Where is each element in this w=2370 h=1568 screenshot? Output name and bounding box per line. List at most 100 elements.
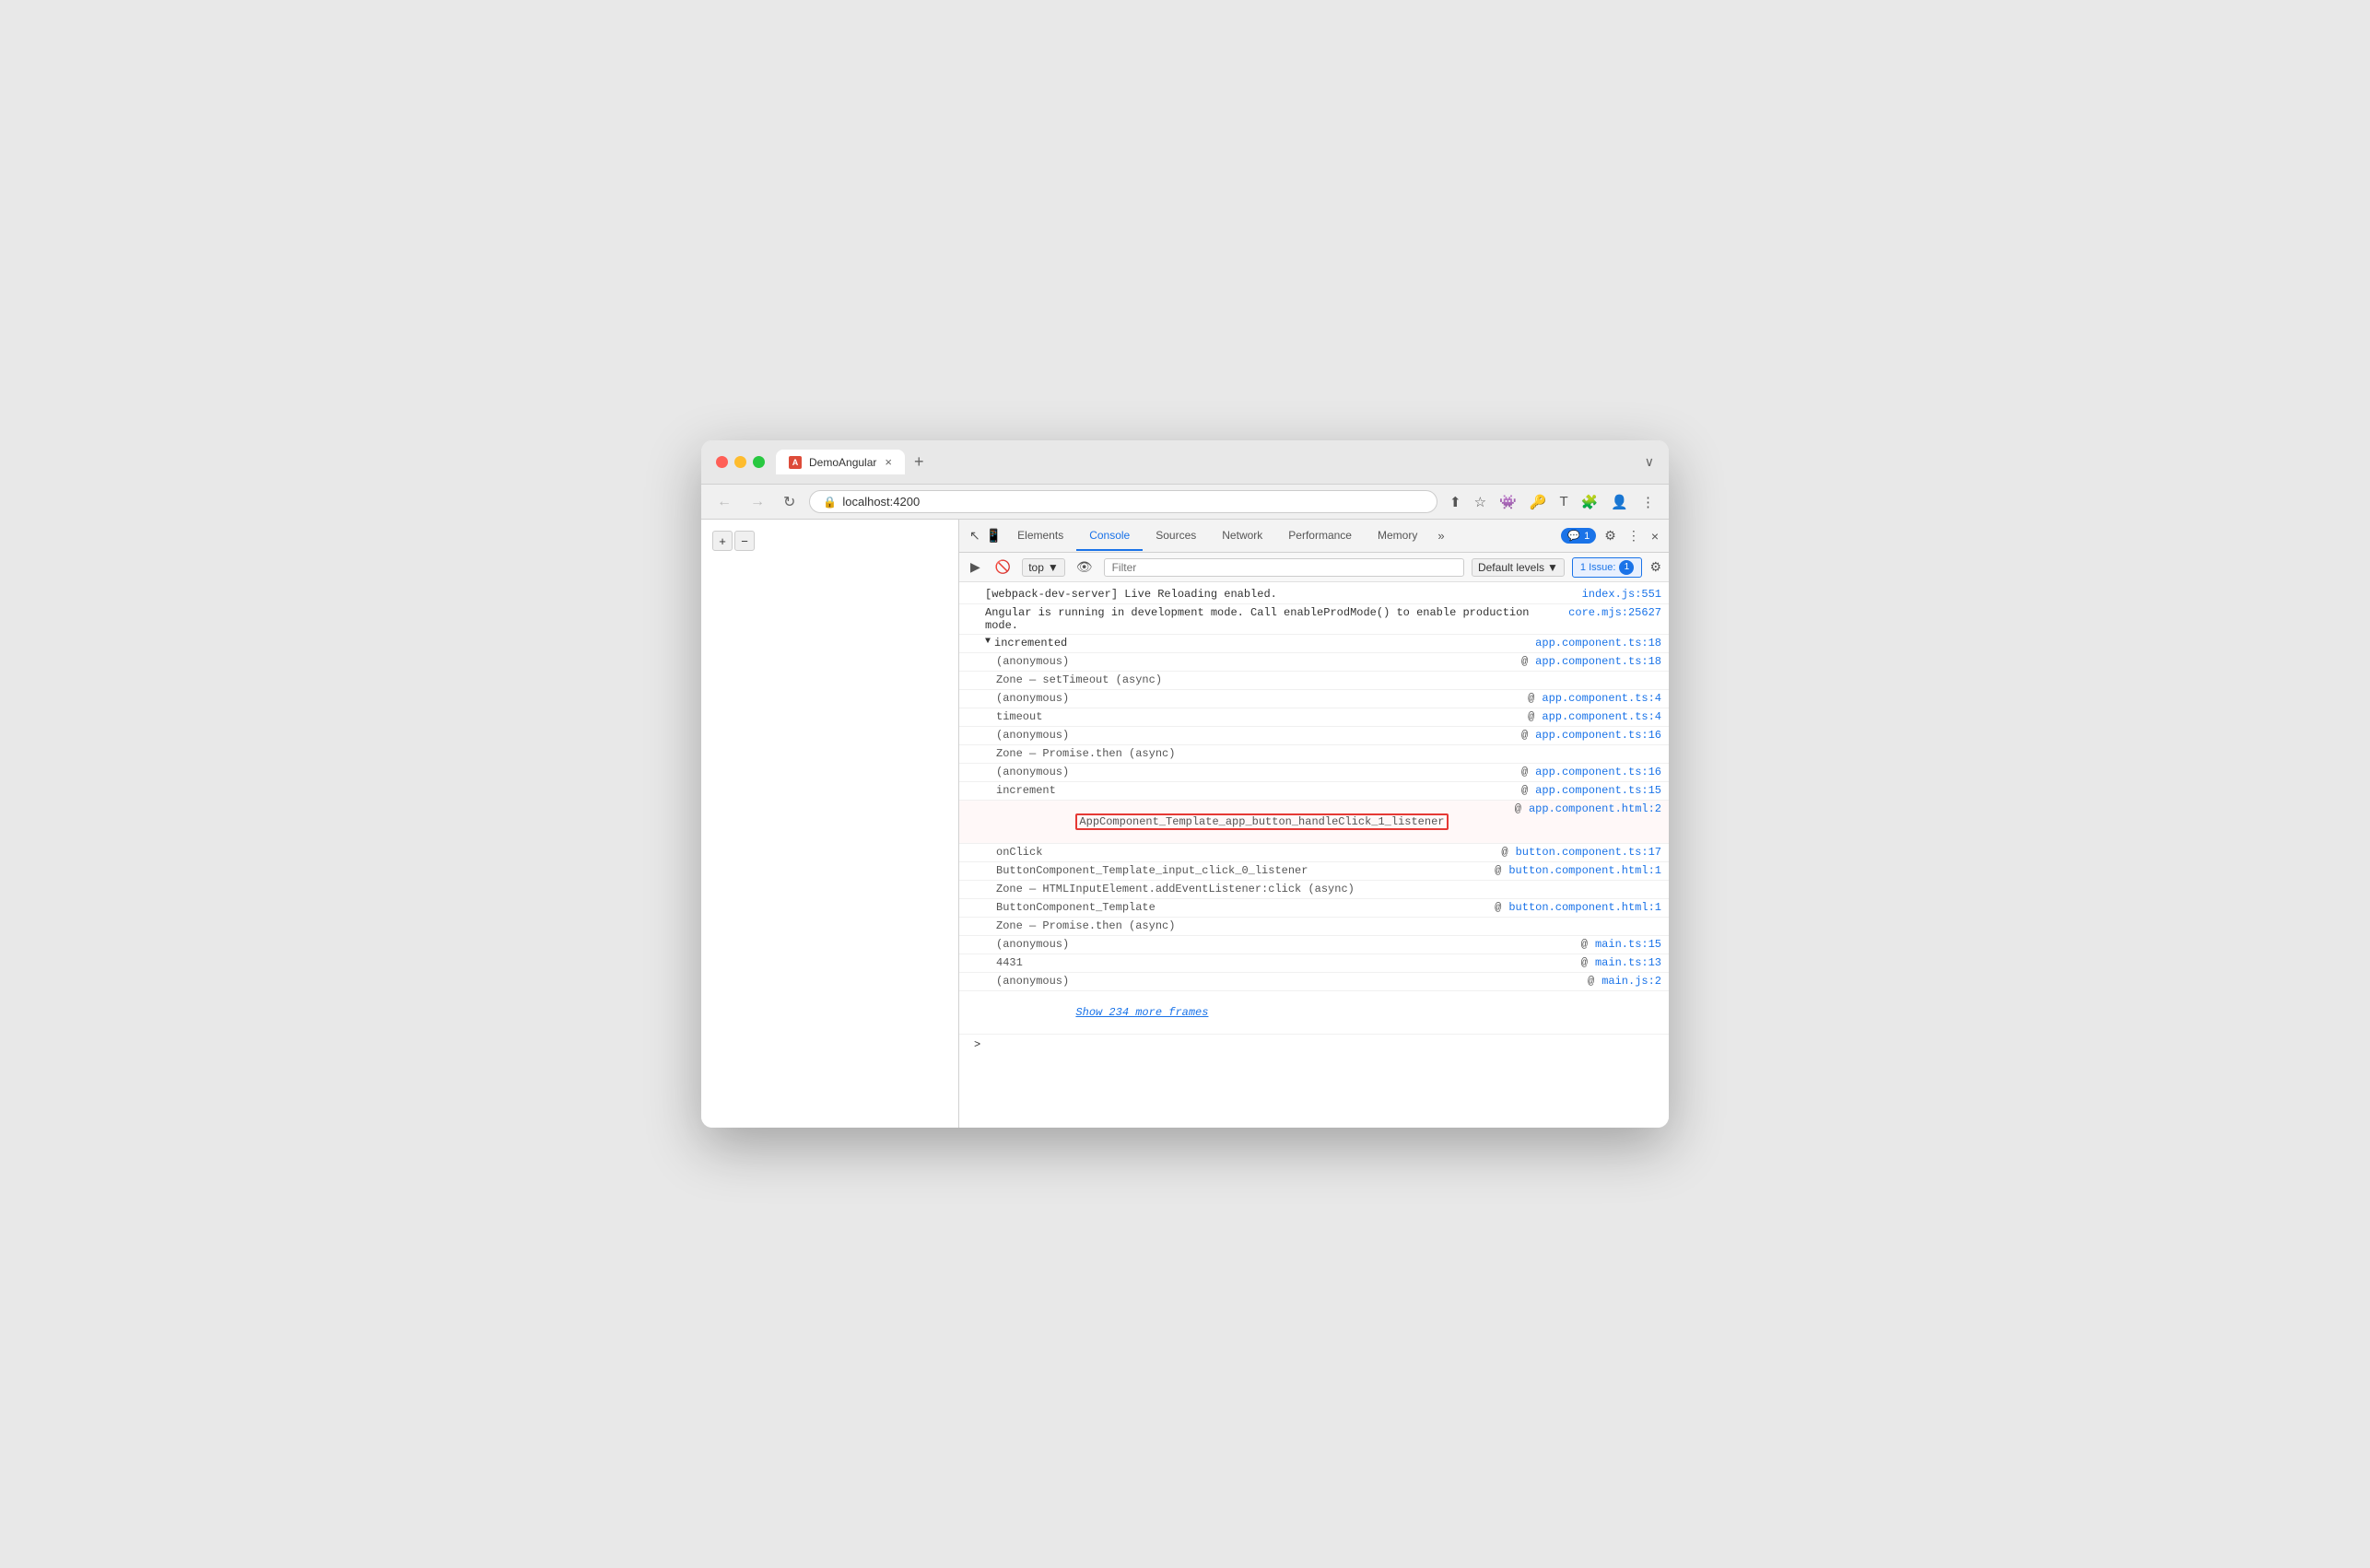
devtools-cursor-icon[interactable]: ↖ <box>967 525 983 546</box>
console-row: increment @ app.component.ts:15 <box>959 782 1669 801</box>
title-bar: A DemoAngular × + ∨ <box>701 440 1669 485</box>
devtools-device-icon[interactable]: 📱 <box>983 525 1004 546</box>
profile-icon[interactable]: 👤 <box>1608 491 1631 513</box>
devtools-actions: 💬 1 ⚙ ⋮ × <box>1561 525 1661 546</box>
maximize-window-button[interactable] <box>753 456 765 468</box>
console-message: (anonymous) <box>985 766 1521 778</box>
tab-performance[interactable]: Performance <box>1275 521 1365 551</box>
more-button[interactable]: ⋮ <box>1638 491 1658 513</box>
frame-selector[interactable]: top ▼ <box>1022 558 1065 577</box>
more-actions-button[interactable]: ⋮ <box>1625 525 1643 546</box>
tab-network[interactable]: Network <box>1209 521 1275 551</box>
translate-icon[interactable]: T <box>1556 491 1570 512</box>
settings-button[interactable]: ⚙ <box>1602 525 1619 546</box>
console-message: [webpack-dev-server] Live Reloading enab… <box>985 588 1575 601</box>
default-levels-label: Default levels <box>1478 561 1544 574</box>
console-message: (anonymous) <box>985 975 1588 988</box>
page-panel: + − <box>701 520 959 1128</box>
console-row: (anonymous) @ app.component.ts:16 <box>959 727 1669 745</box>
devtools-toolbar: ↖ 📱 Elements Console Sources Network <box>959 520 1669 553</box>
console-link[interactable]: core.mjs:25627 <box>1561 606 1661 619</box>
address-bar[interactable]: 🔒 localhost:4200 <box>809 490 1437 513</box>
console-link[interactable]: main.ts:15 <box>1588 938 1661 951</box>
console-prompt[interactable]: > <box>959 1035 1669 1055</box>
default-levels-arrow: ▼ <box>1547 561 1558 574</box>
filter-input[interactable] <box>1104 558 1464 577</box>
extensions-icon[interactable]: 🧩 <box>1578 491 1602 513</box>
console-link[interactable]: button.component.ts:17 <box>1508 846 1661 859</box>
zoom-in-button[interactable]: + <box>712 531 733 551</box>
tab-elements[interactable]: Elements <box>1004 521 1076 551</box>
console-row: Zone — Promise.then (async) <box>959 918 1669 936</box>
eye-button[interactable]: 👁 <box>1073 557 1097 577</box>
new-tab-button[interactable]: + <box>909 451 930 474</box>
issue-label: 1 Issue: <box>1580 562 1616 573</box>
expand-icon[interactable]: ▼ <box>985 637 991 647</box>
back-button[interactable]: ← <box>712 492 736 512</box>
forward-button[interactable]: → <box>745 492 769 512</box>
share-icon[interactable]: ⬆ <box>1447 491 1464 513</box>
console-output: [webpack-dev-server] Live Reloading enab… <box>959 582 1669 1128</box>
console-link[interactable]: app.component.ts:4 <box>1534 692 1661 705</box>
console-row: Zone — HTMLInputElement.addEventListener… <box>959 881 1669 899</box>
console-settings-button[interactable]: ⚙ <box>1649 559 1661 575</box>
console-message: ButtonComponent_Template_input_click_0_l… <box>985 864 1495 877</box>
default-levels-selector[interactable]: Default levels ▼ <box>1472 558 1565 577</box>
close-devtools-button[interactable]: × <box>1648 526 1661 546</box>
lock-icon: 🔒 <box>823 496 837 509</box>
refresh-button[interactable]: ↻ <box>779 491 800 513</box>
badge-count: 1 <box>1584 531 1590 542</box>
console-link[interactable]: app.component.ts:18 <box>1528 655 1661 668</box>
password-icon[interactable]: 🔑 <box>1527 491 1550 513</box>
close-window-button[interactable] <box>716 456 728 468</box>
bookmark-icon[interactable]: ☆ <box>1472 491 1489 513</box>
tab-console[interactable]: Console <box>1076 521 1143 551</box>
console-message: (anonymous) <box>985 692 1528 705</box>
browser-window: A DemoAngular × + ∨ ← → ↻ 🔒 localhost:42… <box>701 440 1669 1128</box>
clear-console-button[interactable]: ▶ <box>967 557 984 577</box>
console-link[interactable]: main.js:2 <box>1594 975 1661 988</box>
console-message: Zone — Promise.then (async) <box>985 919 1661 932</box>
top-label: top <box>1028 561 1044 574</box>
extension-icon[interactable]: 👾 <box>1496 491 1519 513</box>
tab-title: DemoAngular <box>809 456 876 469</box>
window-expand-button[interactable]: ∨ <box>1645 454 1654 470</box>
console-link[interactable]: button.component.html:1 <box>1501 901 1661 914</box>
console-link[interactable]: button.component.html:1 <box>1501 864 1661 877</box>
tab-sources[interactable]: Sources <box>1143 521 1209 551</box>
console-link[interactable]: main.ts:13 <box>1588 956 1661 969</box>
console-message-highlighted: AppComponent_Template_app_button_handleC… <box>985 802 1515 841</box>
top-arrow-icon: ▼ <box>1048 561 1059 574</box>
console-message: (anonymous) <box>985 729 1521 742</box>
console-message: 4431 <box>985 956 1581 969</box>
zoom-controls: + − <box>712 531 755 551</box>
console-row: ▼ incremented app.component.ts:18 <box>959 635 1669 653</box>
block-button[interactable]: 🚫 <box>991 557 1015 577</box>
console-row: onClick @ button.component.ts:17 <box>959 844 1669 862</box>
console-row: (anonymous) @ app.component.ts:4 <box>959 690 1669 708</box>
issue-count: 1 <box>1619 560 1634 575</box>
console-row-highlighted: AppComponent_Template_app_button_handleC… <box>959 801 1669 844</box>
zoom-out-button[interactable]: − <box>734 531 755 551</box>
more-tabs-button[interactable]: » <box>1430 525 1451 546</box>
tab-memory[interactable]: Memory <box>1365 521 1430 551</box>
console-link[interactable]: app.component.ts:16 <box>1528 729 1661 742</box>
console-link[interactable]: app.component.ts:18 <box>1528 637 1661 649</box>
console-message: onClick <box>985 846 1501 859</box>
browser-tab[interactable]: A DemoAngular × <box>776 450 905 474</box>
console-message: increment <box>985 784 1521 797</box>
minimize-window-button[interactable] <box>734 456 746 468</box>
console-link[interactable]: app.component.html:2 <box>1521 802 1661 815</box>
tabs-area: A DemoAngular × + <box>776 450 1634 474</box>
tab-close-button[interactable]: × <box>885 455 892 469</box>
traffic-lights <box>716 456 765 468</box>
console-row: Zone — Promise.then (async) <box>959 745 1669 764</box>
console-row: [webpack-dev-server] Live Reloading enab… <box>959 586 1669 604</box>
console-link[interactable]: index.js:551 <box>1575 588 1661 601</box>
console-link[interactable]: app.component.ts:4 <box>1534 710 1661 723</box>
console-link[interactable]: app.component.ts:15 <box>1528 784 1661 797</box>
issues-badge[interactable]: 1 Issue: 1 <box>1572 557 1643 578</box>
show-more-frames-link[interactable]: Show 234 more frames <box>1075 1006 1208 1019</box>
console-link[interactable]: app.component.ts:16 <box>1528 766 1661 778</box>
show-more-row: Show 234 more frames <box>959 991 1669 1035</box>
